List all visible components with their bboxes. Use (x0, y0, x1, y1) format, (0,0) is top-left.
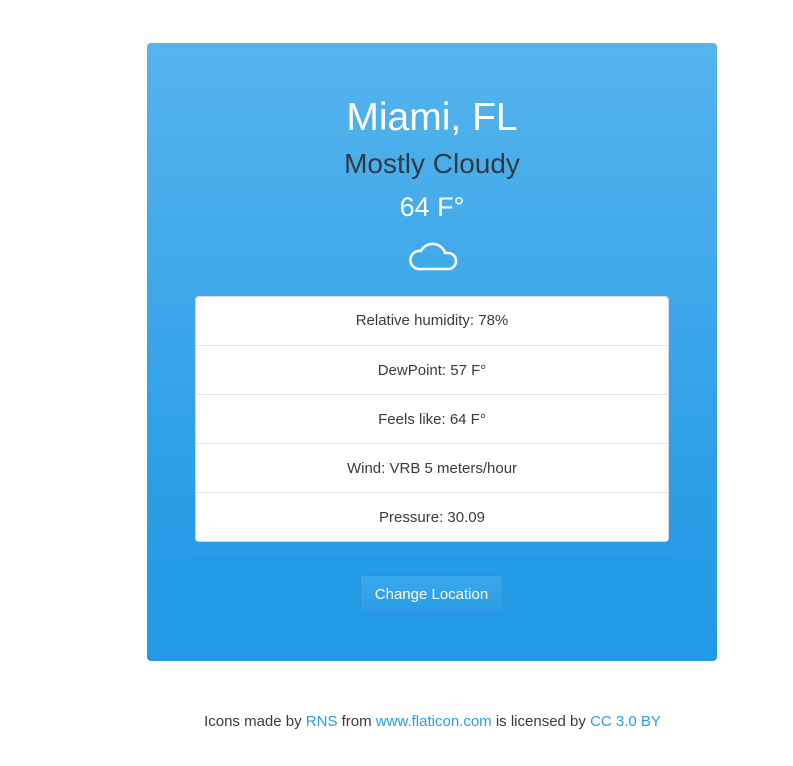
divider (195, 558, 669, 559)
flaticon-link[interactable]: www.flaticon.com (376, 713, 492, 730)
detail-humidity: Relative humidity: 78% (355, 312, 509, 329)
footer-text: is licensed by (491, 713, 591, 730)
weather-condition: Mostly Cloudy (344, 148, 520, 179)
license-link[interactable]: CC 3.0 BY (590, 713, 661, 730)
cloud-icon (409, 242, 458, 271)
temperature: 64 F° (399, 192, 465, 222)
detail-wind: Wind: VRB 5 meters/hour (196, 443, 668, 492)
footer-attribution: Icons made by RNS from www.flaticon.com … (0, 711, 793, 733)
detail-feels-like: Feels like: 64 F° (196, 394, 668, 443)
detail-pressure: Pressure: 30.09 (196, 492, 668, 541)
change-location-button[interactable]: Change Location (360, 575, 503, 613)
footer-text: from (337, 713, 376, 730)
footer-text: Icons made by (204, 713, 306, 730)
weather-card: Miami, FL Mostly Cloudy 64 F° Relative h… (147, 43, 717, 661)
city-title: Miami, FL (346, 96, 518, 139)
weather-details-list: Relative humidity: 78% DewPoint: 57 F° F… (195, 296, 669, 542)
page: Miami, FL Mostly Cloudy 64 F° Relative h… (0, 0, 793, 766)
detail-dewpoint: DewPoint: 57 F° (196, 345, 668, 394)
author-link[interactable]: RNS (306, 713, 338, 730)
